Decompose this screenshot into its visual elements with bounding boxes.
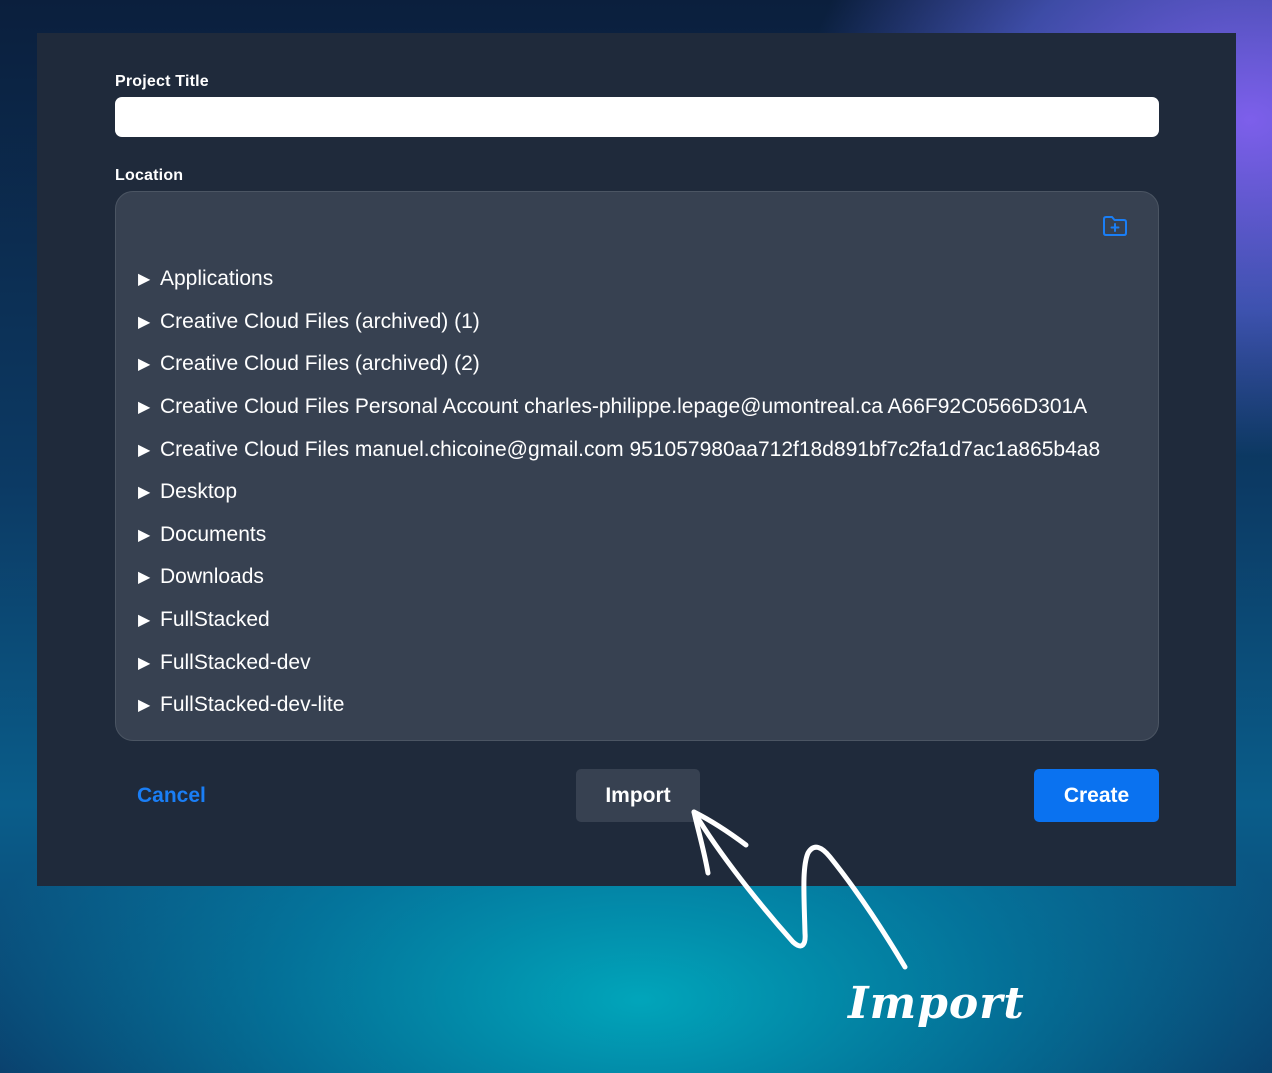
tree-item-creative-cloud-personal[interactable]: ▶ Creative Cloud Files Personal Account …	[138, 386, 1146, 429]
tree-item-label: Creative Cloud Files manuel.chicoine@gma…	[160, 437, 1101, 461]
import-button[interactable]: Import	[576, 769, 700, 822]
tree-item-label: Creative Cloud Files (archived) (1)	[160, 309, 480, 333]
tree-item-label: Desktop	[160, 480, 238, 504]
expand-caret-icon[interactable]: ▶	[138, 653, 160, 673]
location-browser[interactable]: ▶ Applications ▶ Creative Cloud Files (a…	[115, 191, 1159, 741]
expand-caret-icon[interactable]: ▶	[138, 610, 160, 630]
expand-caret-icon[interactable]: ▶	[138, 525, 160, 545]
tree-item-label: FullStacked	[160, 608, 270, 632]
expand-caret-icon[interactable]: ▶	[138, 269, 160, 289]
tree-item-fullstacked-dev[interactable]: ▶ FullStacked-dev	[138, 641, 1146, 684]
expand-caret-icon[interactable]: ▶	[138, 695, 160, 715]
tree-item-label: FullStacked-dev-lite	[160, 693, 345, 717]
location-label: Location	[115, 167, 184, 184]
tree-item-fullstacked[interactable]: ▶ FullStacked	[138, 599, 1146, 642]
tree-item-documents[interactable]: ▶ Documents	[138, 514, 1146, 557]
tree-item-creative-cloud-manuel[interactable]: ▶ Creative Cloud Files manuel.chicoine@g…	[138, 428, 1146, 471]
folder-plus-icon[interactable]	[1102, 214, 1128, 238]
tree-item-label: Creative Cloud Files (archived) (2)	[160, 352, 480, 376]
annotation-label: Import	[848, 978, 1025, 1029]
tree-item-creative-cloud-archived-1[interactable]: ▶ Creative Cloud Files (archived) (1)	[138, 301, 1146, 344]
expand-caret-icon[interactable]: ▶	[138, 354, 160, 374]
expand-caret-icon[interactable]: ▶	[138, 567, 160, 587]
tree-item-creative-cloud-archived-2[interactable]: ▶ Creative Cloud Files (archived) (2)	[138, 343, 1146, 386]
tree-item-desktop[interactable]: ▶ Desktop	[138, 471, 1146, 514]
new-project-dialog: Project Title Location ▶ Applications ▶ …	[37, 33, 1236, 886]
tree-item-label: Downloads	[160, 565, 264, 589]
expand-caret-icon[interactable]: ▶	[138, 397, 160, 417]
tree-item-label: Creative Cloud Files Personal Account ch…	[160, 395, 1088, 419]
project-title-label: Project Title	[115, 73, 209, 90]
create-button[interactable]: Create	[1034, 769, 1159, 822]
tree-item-applications[interactable]: ▶ Applications	[138, 258, 1146, 301]
project-title-input[interactable]	[115, 97, 1159, 137]
tree-item-downloads[interactable]: ▶ Downloads	[138, 556, 1146, 599]
expand-caret-icon[interactable]: ▶	[138, 440, 160, 460]
directory-tree: ▶ Applications ▶ Creative Cloud Files (a…	[138, 258, 1146, 727]
tree-item-label: Applications	[160, 267, 274, 291]
cancel-button[interactable]: Cancel	[137, 769, 227, 822]
tree-item-fullstacked-dev-lite[interactable]: ▶ FullStacked-dev-lite	[138, 684, 1146, 727]
tree-item-label: Documents	[160, 522, 267, 546]
expand-caret-icon[interactable]: ▶	[138, 482, 160, 502]
tree-item-label: FullStacked-dev	[160, 650, 311, 674]
expand-caret-icon[interactable]: ▶	[138, 312, 160, 332]
